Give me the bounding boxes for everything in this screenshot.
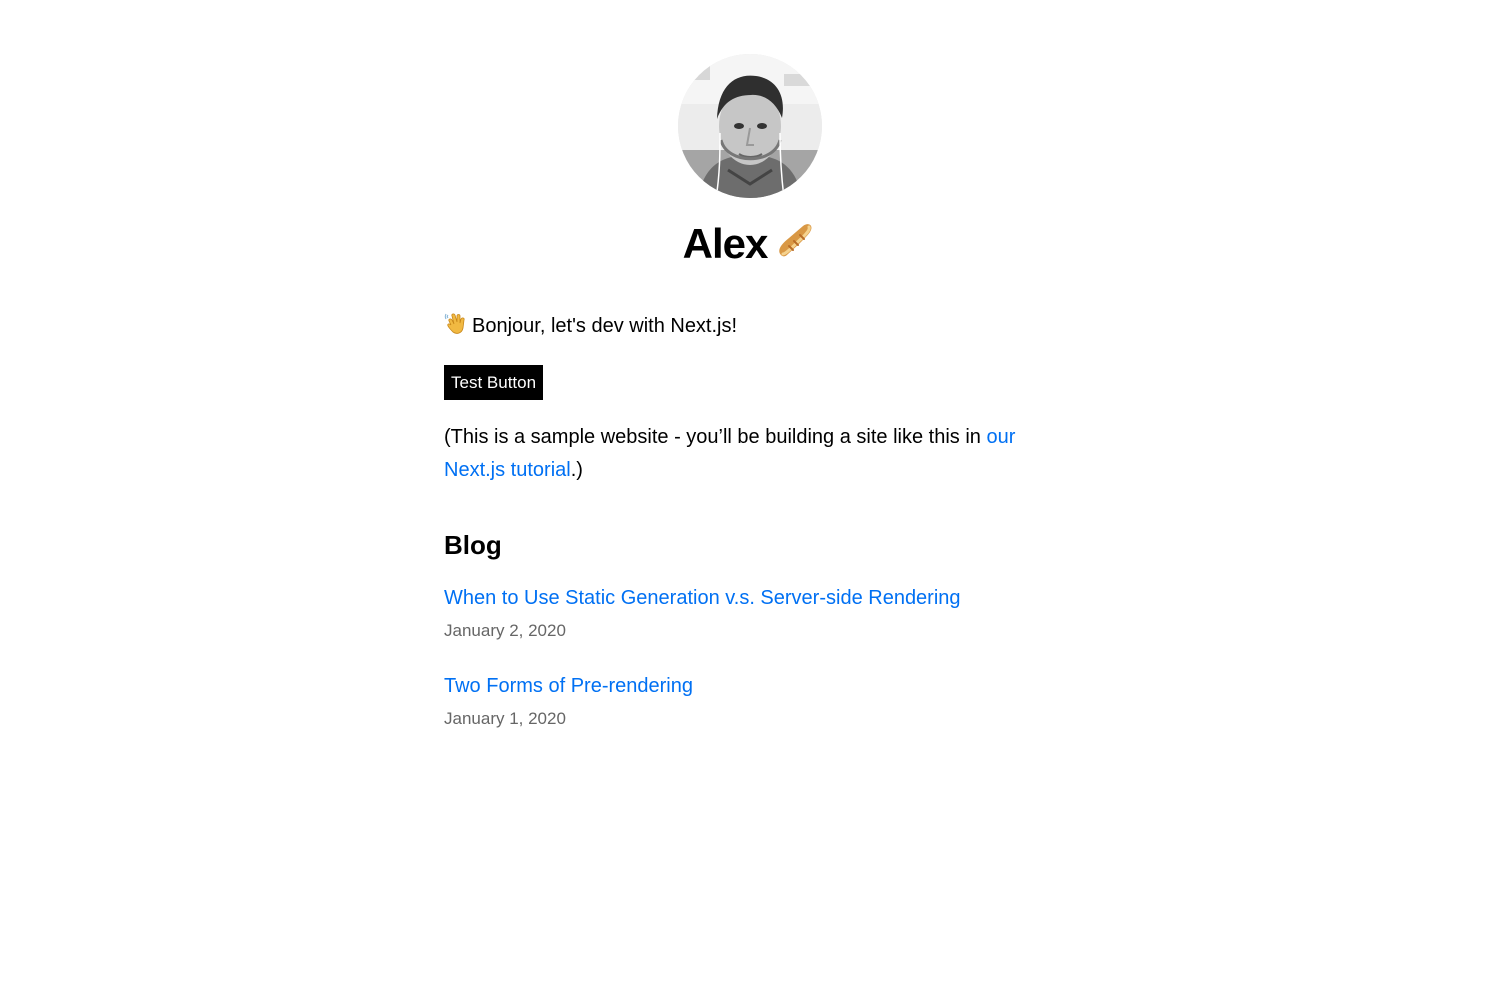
tutorial-note: (This is a sample website - you’ll be bu…	[444, 421, 1056, 487]
blog-post-date: January 2, 2020	[444, 621, 566, 640]
profile-photo	[678, 54, 822, 198]
blog-post-link[interactable]: Two Forms of Pre-rendering	[444, 671, 1056, 701]
blog-heading: Blog	[444, 530, 502, 560]
page-title: Alex	[608, 218, 892, 270]
avatar	[678, 54, 822, 198]
intro-text: Bonjour, let's dev with Next.js!	[444, 311, 737, 341]
intro-message: Bonjour, let's dev with Next.js!	[472, 315, 738, 337]
blog-post-date: January 1, 2020	[444, 709, 566, 728]
tutorial-note-prefix: (This is a sample website - you’ll be bu…	[444, 426, 987, 448]
test-button[interactable]: Test Button	[444, 365, 544, 400]
avatar-wrapper	[678, 54, 822, 198]
profile-name: Alex	[682, 220, 769, 267]
blog-post-item: When to Use Static Generation v.s. Serve…	[444, 583, 1056, 643]
blog-post-item: Two Forms of Pre-rendering January 1, 20…	[444, 671, 1056, 731]
baguette-bread-icon	[773, 219, 817, 263]
waving-hand-icon	[444, 312, 468, 336]
tutorial-note-suffix: .)	[570, 459, 583, 481]
blog-post-link[interactable]: When to Use Static Generation v.s. Serve…	[444, 583, 1056, 613]
